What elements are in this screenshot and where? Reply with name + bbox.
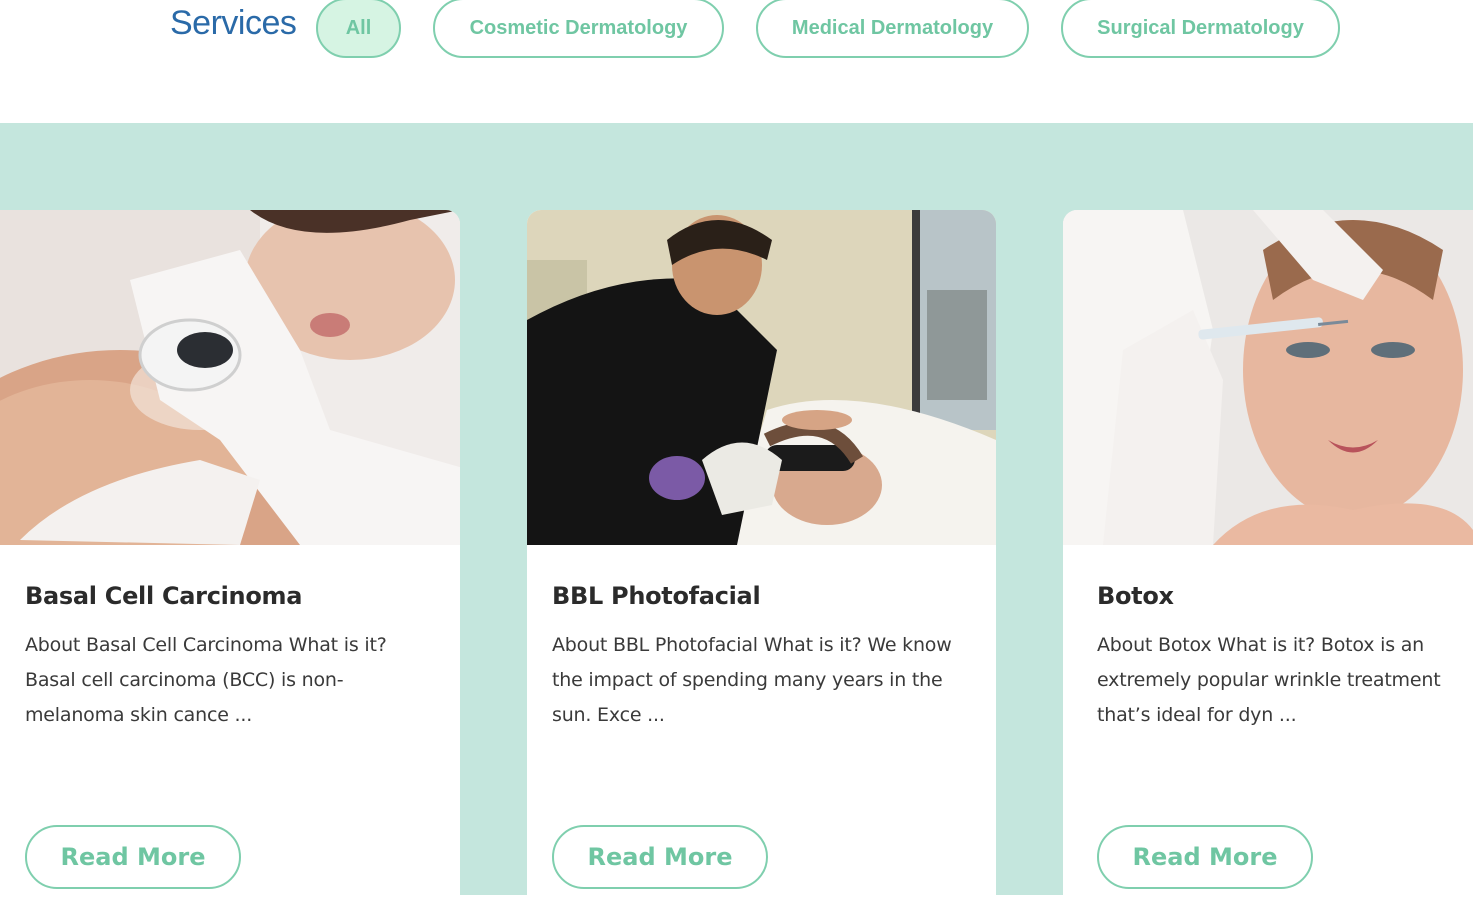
card-title: Basal Cell Carcinoma [25, 582, 303, 610]
filter-cosmetic-dermatology-button[interactable]: Cosmetic Dermatology [433, 0, 724, 58]
read-more-button[interactable]: Read More [25, 825, 241, 889]
read-more-button[interactable]: Read More [552, 825, 768, 889]
service-filter-bar: Services All Cosmetic Dermatology Medica… [0, 0, 1473, 123]
card-image-skin-exam[interactable] [0, 210, 460, 545]
service-card-botox: Botox About Botox What is it? Botox is a… [1063, 210, 1473, 910]
card-excerpt: About Basal Cell Carcinoma What is it? B… [25, 634, 387, 726]
filter-surgical-dermatology-button[interactable]: Surgical Dermatology [1061, 0, 1340, 58]
service-card-basal-cell-carcinoma: Basal Cell Carcinoma About Basal Cell Ca… [0, 210, 460, 910]
card-title: BBL Photofacial [552, 582, 761, 610]
card-title: Botox [1097, 582, 1174, 610]
card-image-botox-injection[interactable] [1063, 210, 1473, 545]
card-excerpt: About BBL Photofacial What is it? We kno… [552, 634, 952, 726]
read-more-button[interactable]: Read More [1097, 825, 1313, 889]
filter-medical-dermatology-button[interactable]: Medical Dermatology [756, 0, 1029, 58]
filter-all-button[interactable]: All [316, 0, 401, 58]
service-card-bbl-photofacial: BBL Photofacial About BBL Photofacial Wh… [527, 210, 996, 910]
card-image-photofacial-treatment[interactable] [527, 210, 996, 545]
card-excerpt: About Botox What is it? Botox is an extr… [1097, 634, 1441, 726]
services-heading: Services [170, 4, 297, 42]
